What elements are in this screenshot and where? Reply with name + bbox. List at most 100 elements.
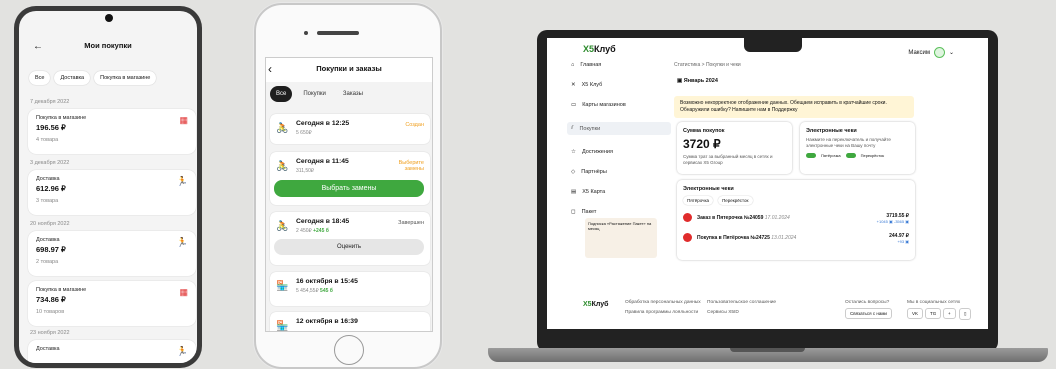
chip-all[interactable]: Все bbox=[29, 71, 51, 85]
home-button[interactable] bbox=[334, 335, 364, 365]
star-icon: ☆ bbox=[571, 149, 576, 155]
purchase-price: 196.56 ₽ bbox=[36, 123, 66, 132]
toggle-perekrestok[interactable] bbox=[845, 153, 856, 158]
receipt-title: Заказ в Пятерочка №24059 bbox=[697, 214, 764, 221]
purchase-count: 3 товара bbox=[36, 198, 59, 204]
pyaterochka-icon bbox=[683, 233, 692, 242]
sidebar-item-partners[interactable]: ◇ Партнёры bbox=[571, 169, 671, 175]
order-card[interactable]: 🚴 Сегодня в 12:25 5 650₽ Создан bbox=[270, 114, 430, 144]
sidebar-item-cards[interactable]: ▭ Карты магазинов bbox=[571, 102, 671, 108]
receipt-bonus: +1045 ▣ -3565 ▣ bbox=[876, 219, 909, 224]
telegram-icon[interactable]: TG bbox=[925, 308, 942, 319]
receipt-bonus: +93 ▣ bbox=[897, 239, 909, 244]
sidebar-item-home[interactable]: ⌂ Главная bbox=[571, 62, 671, 68]
purchase-count: 2 товара bbox=[36, 259, 59, 265]
month-selector[interactable]: ▣ Январь 2024 bbox=[677, 78, 718, 84]
filter-chips: Все Доставка Покупка в магазине bbox=[29, 71, 157, 85]
footer-link[interactable]: Пользовательское соглашение bbox=[707, 300, 776, 305]
iphone-screen: Покупки и заказы ‹ Все Покупки Заказы 🚴 … bbox=[265, 57, 433, 332]
receipts-title: Электронные чеки bbox=[683, 186, 734, 192]
order-status: Выберите замены bbox=[398, 160, 424, 172]
footer-logo[interactable]: X5Клуб bbox=[583, 301, 608, 308]
sum-title: Сумма покупок bbox=[683, 128, 725, 134]
x5-icon: ✕ bbox=[571, 82, 576, 88]
sidebar: ⌂ Главная ✕ X5 Клуб ▭ Карты магазинов ⫽ Поку… bbox=[567, 62, 671, 229]
courier-icon: 🚴 bbox=[276, 221, 289, 232]
order-card[interactable]: 🚴 Сегодня в 11:45 311,50₽ Выберите замен… bbox=[270, 152, 430, 205]
receipt-row[interactable]: Заказ в Пятерочка №24059 17.01.2024 3719.… bbox=[683, 213, 909, 225]
vk-icon[interactable]: VK bbox=[907, 308, 924, 319]
echeck-desc: Нажмите на переключатель и получайте эле… bbox=[806, 137, 891, 148]
tab-orders[interactable]: Заказы bbox=[337, 86, 369, 102]
date-header: 23 ноября 2022 bbox=[30, 330, 70, 336]
user-menu[interactable]: Максим ⌄ bbox=[908, 47, 954, 58]
rate-button[interactable]: Оценить bbox=[274, 239, 424, 255]
bag-icon: ◻ bbox=[571, 209, 576, 215]
echeck-card: Электронные чеки Нажмите на переключател… bbox=[800, 122, 915, 174]
plus-icon[interactable]: + bbox=[943, 308, 956, 319]
order-title: 16 октября в 15:45 bbox=[296, 278, 358, 285]
store-icon: 🏪 bbox=[276, 321, 289, 332]
back-chevron-icon[interactable]: ‹ bbox=[268, 62, 272, 76]
sum-value: 3720 ₽ bbox=[683, 137, 721, 151]
android-screen: ← Мои покупки Все Доставка Покупка в маг… bbox=[19, 11, 197, 363]
tabs: Все Покупки Заказы bbox=[270, 86, 369, 102]
purchase-card[interactable]: Покупка в магазине 734.86 ₽ 10 товаров ▦ bbox=[28, 281, 196, 326]
filter-perekrestok[interactable]: Перекрёсток bbox=[718, 196, 753, 205]
sidebar-item-x5club[interactable]: ✕ X5 Клуб bbox=[571, 82, 671, 88]
logo-suffix: Клуб bbox=[594, 44, 616, 54]
chip-store[interactable]: Покупка в магазине bbox=[94, 71, 157, 85]
camera-icon bbox=[105, 14, 113, 22]
purchase-card[interactable]: Доставка 698.97 ₽ 2 товара 🏃 bbox=[28, 231, 196, 276]
toggle-pyaterochka[interactable] bbox=[806, 153, 816, 158]
contact-button[interactable]: Связаться с нами bbox=[845, 308, 892, 319]
sidebar-item-x5card[interactable]: ▤ X5 Карта bbox=[571, 189, 671, 195]
sidebar-item-achievements[interactable]: ☆ Достижения bbox=[571, 149, 671, 155]
speaker bbox=[317, 31, 359, 35]
footer-link[interactable]: Обработка персональных данных bbox=[625, 300, 701, 305]
purchase-card[interactable]: Доставка 612.96 ₽ 3 товара 🏃 bbox=[28, 170, 196, 215]
card-icon: ▤ bbox=[571, 189, 577, 195]
purchase-type: Доставка bbox=[36, 237, 60, 243]
choose-replacements-button[interactable]: Выбрать замены bbox=[274, 180, 424, 197]
laptop-base-notch bbox=[730, 348, 805, 352]
chip-delivery[interactable]: Доставка bbox=[54, 71, 91, 85]
purchase-card[interactable]: Доставка 🏃 bbox=[28, 340, 196, 363]
laptop-screen: X5Клуб Максим ⌄ ⌂ Главная ✕ X5 Клуб ▭ Карты … bbox=[547, 38, 988, 329]
sidebar-item-label: Партнёры bbox=[581, 169, 607, 175]
sum-card: Сумма покупок 3720 ₽ Сумма трат за выбра… bbox=[677, 122, 792, 174]
date-header: 3 декабря 2022 bbox=[30, 160, 70, 166]
order-sum-value: 5 454,55₽ bbox=[296, 288, 319, 294]
sidebar-item-package[interactable]: ◻ Пакет bbox=[571, 209, 671, 215]
phone-icon[interactable]: ▯ bbox=[959, 308, 972, 320]
promo-text: Подписка «Растяжение Пакет» на месяц bbox=[588, 221, 652, 231]
promo-banner[interactable]: Подписка «Растяжение Пакет» на месяц bbox=[585, 218, 657, 258]
receipt-row[interactable]: Покупка в Пятёрочка №24725 13.01.2024 244… bbox=[683, 233, 909, 245]
order-title: 12 октября в 16:39 bbox=[296, 318, 358, 325]
sidebar-item-purchases[interactable]: ⫽ Покупки bbox=[567, 122, 671, 135]
footer-social-title: Мы в социальных сетях bbox=[907, 300, 961, 305]
date-header: 7 декабря 2022 bbox=[30, 99, 70, 105]
receipts-card: Электронные чеки Пятёрочка Перекрёсток За… bbox=[677, 180, 915, 260]
sidebar-item-label: X5 Карта bbox=[582, 189, 606, 195]
echeck-title: Электронные чеки bbox=[806, 128, 857, 134]
sidebar-item-label: Покупки bbox=[579, 125, 601, 132]
order-sum: 2 450₽ +245 б bbox=[296, 228, 424, 234]
tab-purchases[interactable]: Покупки bbox=[297, 86, 332, 102]
order-card[interactable]: 🚴 Сегодня в 18:45 2 450₽ +245 б Завершен… bbox=[270, 212, 430, 265]
toggle-label: Перекрёсток bbox=[860, 153, 885, 158]
x5-logo[interactable]: X5Клуб bbox=[583, 44, 616, 54]
footer-link[interactable]: Сервисы X5ID bbox=[707, 310, 739, 315]
order-card[interactable]: 🏪 12 октября в 16:39 bbox=[270, 312, 430, 332]
sidebar-item-label: X5 Клуб bbox=[581, 82, 603, 88]
filter-pyaterochka[interactable]: Пятёрочка bbox=[683, 196, 714, 205]
order-sum: 5 454,55₽ 545 б bbox=[296, 288, 424, 294]
purchase-card[interactable]: Покупка в магазине 196.56 ₽ 4 товара ▦ bbox=[28, 109, 196, 154]
footer-link[interactable]: Правила программы лояльности bbox=[625, 310, 698, 315]
home-icon: ⌂ bbox=[571, 62, 575, 68]
receipt-date: 17.01.2024 bbox=[764, 214, 790, 221]
courier-icon: 🏃 bbox=[176, 237, 188, 247]
tab-all[interactable]: Все bbox=[270, 86, 293, 102]
android-phone: ← Мои покупки Все Доставка Покупка в маг… bbox=[14, 6, 202, 368]
order-card[interactable]: 🏪 16 октября в 15:45 5 454,55₽ 545 б bbox=[270, 272, 430, 306]
